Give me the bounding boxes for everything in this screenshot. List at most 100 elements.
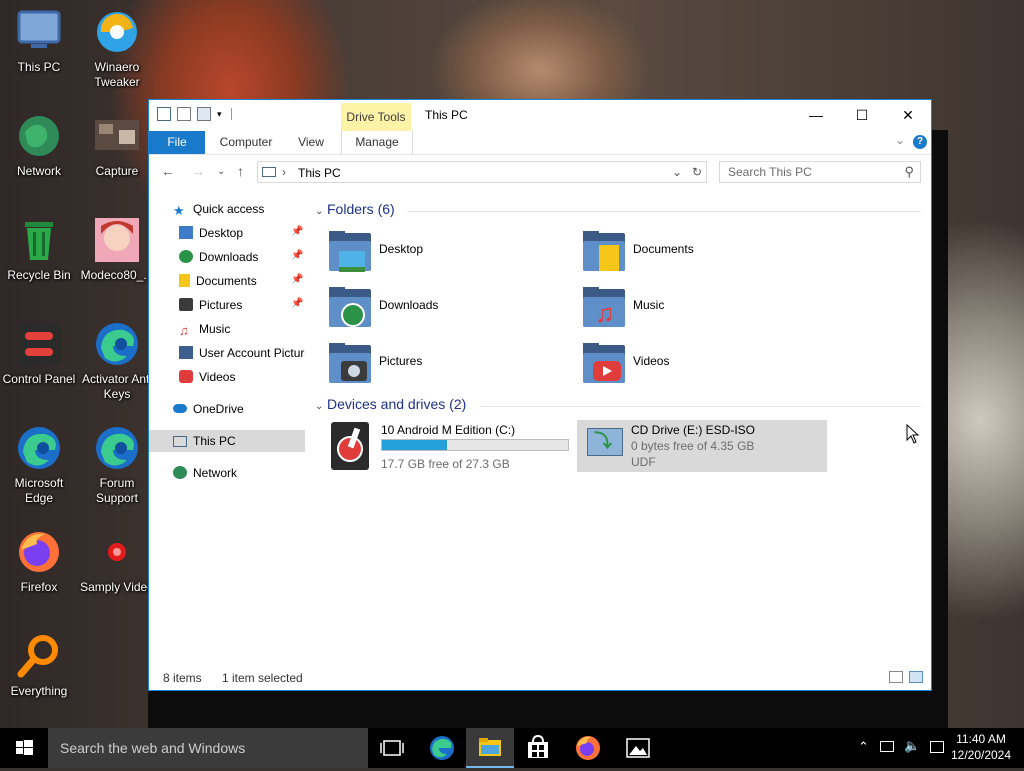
edge-icon [430, 736, 454, 760]
minimize-button[interactable]: — [793, 100, 839, 130]
new-folder-icon[interactable] [197, 107, 211, 121]
desktop-icon-label: Control Panel [2, 372, 76, 386]
show-hidden-icons-chevron-icon[interactable]: ⌃ [858, 739, 869, 755]
address-bar[interactable]: › This PC ⌄ ↻ [257, 161, 707, 183]
back-arrow-icon[interactable]: ← [161, 163, 175, 179]
desktop-icon-control-panel[interactable]: Control Panel [0, 320, 78, 387]
desktop-icon-activator[interactable]: Activator Anti Keys [78, 320, 156, 402]
nav-pictures[interactable]: Pictures [179, 294, 303, 316]
mouse-cursor-icon [906, 423, 920, 447]
taskbar-photos[interactable] [614, 728, 662, 768]
image-thumbnail-icon [93, 216, 141, 264]
recent-locations-chevron-icon[interactable]: ⌄ [217, 166, 225, 177]
properties-icon[interactable] [157, 107, 171, 121]
nav-quick-access[interactable]: ★ Quick access [173, 198, 303, 220]
desktop-icon-label: Samply Video [80, 580, 154, 594]
taskbar-store[interactable] [514, 728, 562, 768]
tab-computer[interactable]: Computer [211, 131, 281, 154]
this-pc-icon [262, 167, 276, 177]
drive-usage-bar [381, 439, 569, 451]
action-center-icon[interactable] [930, 741, 944, 753]
nav-downloads[interactable]: Downloads [179, 246, 303, 268]
drive-c[interactable]: 10 Android M Edition (C:) 17.7 GB free o… [327, 420, 573, 472]
checkmark-icon[interactable] [177, 107, 191, 121]
folder-music[interactable]: ♫ Music [581, 285, 821, 335]
collapse-chevron-icon[interactable]: ⌄ [315, 401, 327, 412]
nav-onedrive[interactable]: OneDrive [173, 398, 303, 420]
drives-group-header[interactable]: ⌄ Devices and drives (2) [315, 396, 466, 412]
desktop-icon-samply[interactable]: Samply Video [78, 528, 156, 595]
large-icons-view-icon[interactable] [909, 671, 923, 683]
taskbar-firefox[interactable] [564, 728, 612, 768]
taskbar-file-explorer[interactable] [466, 728, 514, 768]
folders-group-header[interactable]: ⌄ Folders (6) [315, 201, 395, 217]
desktop-icon-this-pc[interactable]: This PC [0, 8, 78, 75]
pin-icon[interactable]: 📌 [291, 298, 303, 309]
help-icon[interactable]: ? [913, 135, 927, 149]
collapse-chevron-icon[interactable]: ⌄ [315, 206, 327, 217]
volume-muted-icon[interactable]: 🔈 [904, 738, 920, 754]
tab-view[interactable]: View [287, 131, 335, 154]
desktop-icon-firefox[interactable]: Firefox [0, 528, 78, 595]
search-box[interactable]: ⚲ [719, 161, 921, 183]
system-clock[interactable]: 11:40 AM 12/20/2024 [946, 731, 1016, 763]
start-button[interactable] [0, 728, 48, 768]
maximize-button[interactable]: ☐ [839, 100, 885, 130]
nav-this-pc[interactable]: This PC [149, 430, 305, 452]
taskbar-edge[interactable] [418, 728, 466, 768]
pin-icon[interactable]: 📌 [291, 274, 303, 285]
desktop-icon-edge[interactable]: Microsoft Edge [0, 424, 78, 506]
drive-name: CD Drive (E:) ESD-ISO [631, 423, 756, 437]
clock-date: 12/20/2024 [950, 748, 1012, 762]
breadcrumb-chevron-icon[interactable]: › [282, 165, 286, 179]
folder-documents[interactable]: Documents [581, 229, 821, 279]
desktop-icon-recycle-bin[interactable]: Recycle Bin [0, 216, 78, 283]
nav-documents[interactable]: Documents [179, 270, 303, 292]
network-icon[interactable] [880, 741, 894, 752]
globe-icon [15, 112, 63, 160]
nav-desktop[interactable]: Desktop [179, 222, 303, 244]
customize-toolbar-chevron-icon[interactable]: ▾ [217, 107, 225, 121]
nav-music[interactable]: ♫ Music [179, 318, 303, 340]
desktop-icon-everything[interactable]: Everything [0, 632, 78, 699]
close-button[interactable]: ✕ [885, 100, 931, 130]
folder-videos[interactable]: Videos [581, 341, 821, 391]
folder-label: Documents [633, 242, 694, 256]
refresh-icon[interactable]: ↻ [692, 165, 702, 179]
expand-ribbon-chevron-icon[interactable]: ⌄ [895, 133, 905, 147]
nav-user-account-pictures[interactable]: User Account Pictures [179, 342, 305, 364]
store-icon [528, 734, 548, 758]
folder-downloads[interactable]: Downloads [327, 285, 567, 335]
title-bar[interactable]: ▾ Drive Tools This PC — ☐ ✕ [149, 100, 931, 131]
breadcrumb-this-pc[interactable]: This PC [298, 166, 341, 180]
taskbar-search-box[interactable]: Search the web and Windows [48, 728, 368, 768]
nav-videos[interactable]: Videos [179, 366, 303, 388]
taskbar: Search the web and Windows ⌃ 🔈 11:40 AM … [0, 728, 1024, 768]
tab-file[interactable]: File [149, 131, 205, 154]
nav-network[interactable]: Network [173, 462, 303, 484]
folder-pictures[interactable]: Pictures [327, 341, 567, 391]
search-icon[interactable]: ⚲ [904, 164, 914, 180]
desktop-icon-winaero[interactable]: Winaero Tweaker [78, 8, 156, 90]
desktop-icon-modeco80[interactable]: Modeco80_... [78, 216, 156, 283]
forward-arrow-icon[interactable]: → [191, 163, 205, 179]
desktop-icon-forum-support[interactable]: Forum Support [78, 424, 156, 506]
folder-desktop[interactable]: Desktop [327, 229, 567, 279]
task-view-button[interactable] [368, 728, 416, 768]
drive-e[interactable]: ⤵ CD Drive (E:) ESD-ISO 0 bytes free of … [577, 420, 827, 472]
downloads-folder-icon [327, 285, 373, 331]
pin-icon[interactable]: 📌 [291, 250, 303, 261]
details-view-icon[interactable] [889, 671, 903, 683]
firefox-icon [15, 528, 63, 576]
pin-icon[interactable]: 📌 [291, 226, 303, 237]
windows-logo-icon [16, 740, 33, 755]
search-input[interactable] [720, 162, 906, 182]
system-tray: ⌃ 🔈 [850, 728, 950, 768]
desktop-icon-capture[interactable]: Capture [78, 112, 156, 179]
desktop-icon-label: Forum Support [95, 476, 139, 505]
up-arrow-icon[interactable]: ↑ [237, 163, 244, 179]
tab-manage[interactable]: Manage [341, 131, 413, 154]
file-explorer-window: ▾ Drive Tools This PC — ☐ ✕ File Compute… [148, 99, 932, 691]
desktop-icon-network[interactable]: Network [0, 112, 78, 179]
address-dropdown-chevron-icon[interactable]: ⌄ [672, 165, 682, 179]
